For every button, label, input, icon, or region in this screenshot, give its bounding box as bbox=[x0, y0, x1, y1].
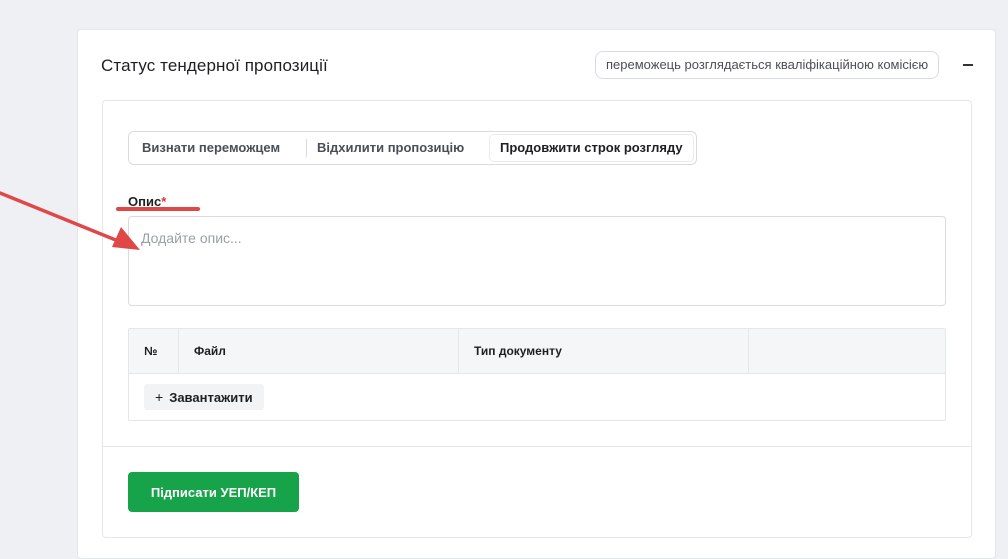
column-header-file: Файл bbox=[179, 329, 459, 373]
description-input[interactable] bbox=[128, 216, 946, 306]
sign-button[interactable]: Підписати УЕП/КЕП bbox=[128, 472, 299, 512]
table-header: № Файл Тип документу bbox=[129, 329, 945, 374]
tender-status-card: Статус тендерної пропозиції переможець р… bbox=[77, 29, 996, 559]
section-divider bbox=[103, 446, 971, 447]
status-badge: переможець розглядається кваліфікаційною… bbox=[595, 51, 940, 79]
card-title: Статус тендерної пропозиції bbox=[101, 56, 328, 75]
tab-award-winner[interactable]: Визнати переможцем bbox=[132, 135, 306, 161]
upload-button[interactable]: + Завантажити bbox=[144, 384, 264, 410]
documents-table: № Файл Тип документу + Завантажити bbox=[128, 328, 946, 421]
decision-panel: Визнати переможцем Відхилити пропозицію … bbox=[102, 100, 972, 538]
annotation-underline bbox=[116, 207, 200, 211]
collapse-dash-icon[interactable] bbox=[963, 64, 973, 66]
column-header-actions bbox=[749, 329, 945, 373]
upload-button-label: Завантажити bbox=[169, 389, 253, 405]
decision-tabs: Визнати переможцем Відхилити пропозицію … bbox=[128, 131, 697, 165]
plus-icon: + bbox=[155, 389, 164, 405]
column-header-doc-type: Тип документу bbox=[459, 329, 749, 373]
tab-reject-proposal[interactable]: Відхилити пропозицію bbox=[307, 135, 487, 161]
column-header-number: № bbox=[129, 329, 179, 373]
tab-extend-review[interactable]: Продовжити строк розгляду bbox=[490, 135, 693, 161]
